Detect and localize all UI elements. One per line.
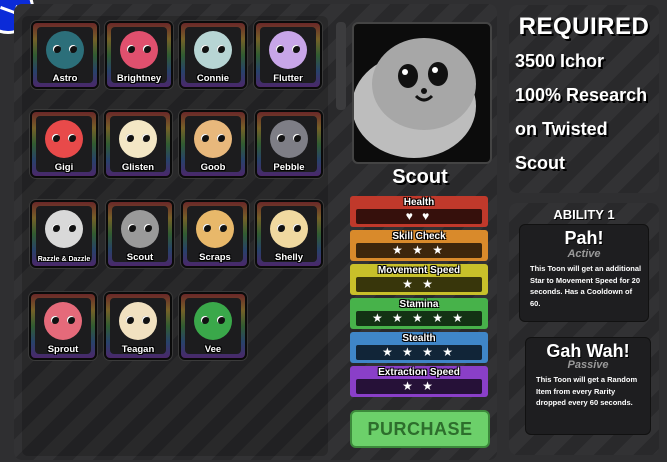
active-ability-name: Pah! xyxy=(564,228,604,248)
toon-card-name: Shelly xyxy=(275,252,303,263)
toon-card[interactable]: Pebble xyxy=(255,110,323,178)
toon-card[interactable]: Teagan xyxy=(104,292,172,360)
toon-card[interactable]: Glisten xyxy=(104,110,172,178)
passive-ability-type: Passive xyxy=(567,359,609,371)
purchase-button[interactable]: PURCHASE xyxy=(350,410,490,448)
stat-row: Health ♥ ♥ xyxy=(350,196,488,227)
ability-title: ABILITY 1 xyxy=(553,207,615,222)
stat-label: Movement Speed xyxy=(377,265,461,276)
toon-eyes-icon xyxy=(276,45,300,53)
toon-shop-panel: Scout Health ♥ ♥ Skill Check ★ ★ ★ Movement … xyxy=(14,4,497,460)
stat-row: Skill Check ★ ★ ★ xyxy=(350,230,488,261)
toon-card-name: Astro xyxy=(52,73,78,84)
required-title: REQUIRED xyxy=(518,13,650,40)
required-line: 100% Research xyxy=(515,85,648,105)
stat-value: ★ ★ ★ ★ xyxy=(356,345,482,360)
toon-detail: Scout Health ♥ ♥ Skill Check ★ ★ ★ Movement … xyxy=(348,16,492,456)
toon-card[interactable]: Scraps xyxy=(181,200,249,268)
toon-card-name: Vee xyxy=(204,344,222,355)
ability-panel: ABILITY 1 Pah! Active This Toon will get… xyxy=(509,203,659,455)
toon-eyes-icon xyxy=(126,134,150,142)
toon-card-name: Connie xyxy=(196,73,230,84)
stat-label: Extraction Speed xyxy=(378,367,460,378)
toon-eyes-icon xyxy=(201,316,225,324)
stat-value: ★ ★ ★ ★ ★ xyxy=(356,311,482,326)
active-ability-card: Pah! Active This Toon will get an additi… xyxy=(519,224,649,322)
required-line: 3500 Ichor xyxy=(515,51,605,71)
toon-eyes-icon xyxy=(51,316,75,324)
toon-card-name: Sprout xyxy=(47,344,79,355)
required-line: Scout xyxy=(515,153,566,173)
stat-value: ♥ ♥ xyxy=(356,209,482,224)
required-line: on Twisted xyxy=(515,119,608,139)
toon-card[interactable]: Goob xyxy=(179,110,247,178)
toon-eyes-icon xyxy=(127,45,151,53)
stat-value: ★ ★ ★ xyxy=(356,243,482,258)
toon-card[interactable]: Connie xyxy=(179,21,247,89)
toon-card-name: Glisten xyxy=(121,162,155,173)
toon-card[interactable]: Razzle & Dazzle xyxy=(30,200,98,268)
toon-eyes-icon xyxy=(277,134,301,142)
toon-card[interactable]: Astro xyxy=(31,21,99,89)
active-ability-type: Active xyxy=(567,248,601,260)
toon-card[interactable]: Brightney xyxy=(105,21,173,89)
grid-scrollbar[interactable] xyxy=(336,22,346,110)
toon-portrait xyxy=(352,22,492,164)
toon-eyes-icon xyxy=(126,316,150,324)
toon-eyes-icon xyxy=(277,224,301,232)
stat-row: Extraction Speed ★ ★ xyxy=(350,366,488,397)
toon-eyes-icon xyxy=(52,134,76,142)
passive-ability-desc: This Toon will get a Random Item from ev… xyxy=(536,375,638,407)
stat-label: Health xyxy=(403,197,435,208)
toon-card[interactable]: Sprout xyxy=(29,292,97,360)
toon-card[interactable]: Gigi xyxy=(30,110,98,178)
toon-card-name: Flutter xyxy=(273,73,303,84)
stat-label: Stealth xyxy=(402,333,436,344)
toon-eyes-icon xyxy=(52,224,76,232)
stat-label: Stamina xyxy=(399,299,439,310)
toon-eyes-icon xyxy=(201,45,225,53)
active-ability-desc: This Toon will get an additional Star to… xyxy=(530,264,642,308)
stat-value: ★ ★ xyxy=(356,379,482,394)
toon-card-name: Pebble xyxy=(273,162,305,173)
stat-row: Stealth ★ ★ ★ ★ xyxy=(350,332,488,363)
toon-card-name: Scout xyxy=(126,252,154,263)
toon-name: Scout xyxy=(392,166,448,188)
toon-card-name: Teagan xyxy=(121,344,155,355)
toon-eyes-icon xyxy=(201,134,225,142)
seal-portrait-icon xyxy=(354,38,476,158)
requirements-panel: REQUIRED 3500 Ichor 100% Research on Twi… xyxy=(509,5,659,193)
toon-card[interactable]: Vee xyxy=(179,292,247,360)
stat-value: ★ ★ xyxy=(356,277,482,292)
toon-eyes-icon xyxy=(128,224,152,232)
toon-card-name: Razzle & Dazzle xyxy=(37,256,91,263)
stat-row: Stamina ★ ★ ★ ★ ★ xyxy=(350,298,488,329)
passive-ability-card: Gah Wah! Passive This Toon will get a Ra… xyxy=(525,337,651,435)
toon-card-name: Scraps xyxy=(199,252,231,263)
toon-card-name: Gigi xyxy=(54,162,74,173)
toon-card-name: Goob xyxy=(200,162,226,173)
toon-card[interactable]: Flutter xyxy=(254,21,322,89)
stat-label: Skill Check xyxy=(392,231,446,242)
toon-eyes-icon xyxy=(203,224,227,232)
toon-card-name: Brightney xyxy=(116,73,162,84)
stat-row: Movement Speed ★ ★ xyxy=(350,264,488,295)
toon-eyes-icon xyxy=(53,45,77,53)
toon-card[interactable]: Scout xyxy=(106,200,174,268)
toon-card[interactable]: Shelly xyxy=(255,200,323,268)
